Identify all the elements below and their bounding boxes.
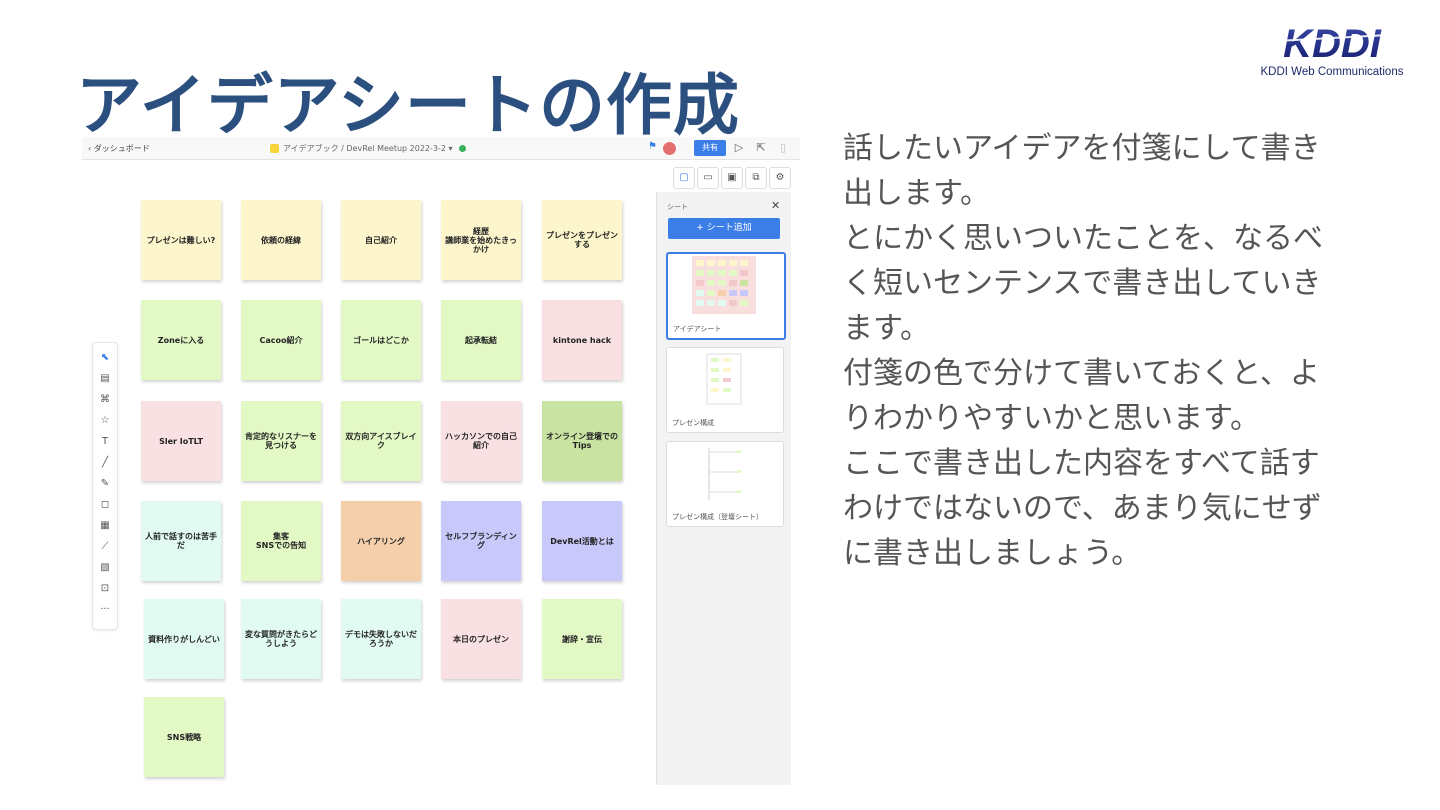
sticky-note[interactable]: 自己紹介 [341,200,421,280]
sticky-note[interactable]: 集客 SNSでの告知 [241,501,321,581]
document-title-text: アイデアブック / DevRel Meetup 2022-3-2 ▾ [283,144,453,153]
body-paragraph: 付箋の色で分けて書いておくと、よりわかりやすいかと思います。 [843,356,1320,436]
logo-lettering: KDDI [1283,24,1382,62]
sticky-note[interactable]: プレゼンをプレゼンする [542,200,622,280]
sticky-note[interactable]: 経歴 講師業を始めたきっかけ [441,200,521,280]
sheet-label: アイデアシート [673,325,722,333]
slide-title: アイデアシートの作成 [76,67,741,144]
sticky-note[interactable]: セルフブランディング [441,501,521,581]
sheet-preview [692,256,756,314]
app-topbar: ‹ ダッシュボード アイデアブック / DevRel Meetup 2022-3… [82,137,800,160]
sheet-preview [708,448,741,500]
sticky-note[interactable]: 本日のプレゼン [441,599,521,679]
sticky-note[interactable]: 依頼の経緯 [241,200,321,280]
embed-icon[interactable]: ⊡ [93,580,117,598]
sticky-note[interactable]: 肯定的なリスナーを見つける [241,401,321,481]
kddi-logo: KDDI KDDI Web Communications [1252,24,1412,84]
sticky-note[interactable]: Zoneに入る [141,300,221,380]
sticky-note[interactable]: 人前で話すのは苦手だ [141,501,221,581]
shape-icon[interactable]: ⌘ [93,391,117,409]
table-icon[interactable]: ▦ [93,517,117,535]
sheets-icon[interactable]: ▢ [673,167,695,189]
export-icon[interactable]: ⇱ [754,141,768,155]
document-title[interactable]: アイデアブック / DevRel Meetup 2022-3-2 ▾ [270,143,466,154]
sticky-note[interactable]: kintone hack [542,300,622,380]
sticky-note[interactable]: SNS戦略 [144,697,224,777]
sticky-note[interactable]: 謝辞・宣伝 [542,599,622,679]
share-screen-icon[interactable]: ⧉ [745,167,767,189]
sticky-note[interactable]: Cacoo紹介 [241,300,321,380]
sticky-note[interactable]: ゴールはどこか [341,300,421,380]
line-icon[interactable]: ╱ [93,454,117,472]
add-sheet-button[interactable]: + シート追加 [668,218,780,239]
document-icon [270,144,279,153]
body-paragraph: ここで書き出した内容をすべて話すわけではないので、あまり気にせずに書き出しましょ… [843,446,1322,571]
select-icon[interactable]: ⬉ [93,349,117,367]
comment-icon[interactable]: ▭ [697,167,719,189]
more-icon[interactable]: ··· [93,601,117,619]
kddi-logo-mark: KDDI [1276,24,1388,62]
sticky-note[interactable]: 変な質問がきたらどうしよう [241,599,321,679]
sticky-note[interactable]: ハイアリング [341,501,421,581]
left-toolbar: ⬉ ▤ ⌘ ☆ T ╱ ✎ ◻ ▦ ⟋ ▧ ⊡ ··· [92,342,118,630]
star-icon[interactable]: ☆ [93,412,117,430]
sticky-note[interactable]: DevRel活動とは [542,501,622,581]
back-to-dashboard-link[interactable]: ‹ ダッシュボード [88,143,150,154]
sheet-icon[interactable]: ▤ [93,370,117,388]
sticky-note[interactable]: 資料作りがしんどい [144,599,224,679]
sticky-note[interactable]: 双方向アイスブレイク [341,401,421,481]
sheet-preview [706,353,742,405]
saved-check-icon [458,145,466,152]
sticky-note[interactable]: プレゼンは難しい? [141,200,221,280]
logo-subtext: KDDI Web Communications [1260,66,1404,78]
present-icon[interactable]: ▷ [732,141,746,155]
pin-icon[interactable]: ⚑ [648,141,658,153]
image-icon[interactable]: ▧ [93,559,117,577]
history-icon[interactable]: ▯ [776,141,790,155]
body-paragraph: とにかく思いついたことを、なるべく短いセンテンスで書き出していきます。 [843,221,1323,346]
cacoo-app-screenshot: ‹ ダッシュボード アイデアブック / DevRel Meetup 2022-3… [82,137,800,785]
close-icon[interactable]: ✕ [771,199,780,212]
sheet-panel-title: シート [667,203,688,211]
text-icon[interactable]: T [93,433,117,451]
sheet-label: プレゼン構成 [672,419,714,427]
sheet-panel: シート ✕ + シート追加 アイデアシート プレゼン構成 プレゼン構成（登壇シー… [656,192,791,785]
body-paragraph: 話したいアイデアを付箋にして書き出します。 [843,131,1321,211]
sticky-note[interactable]: ハッカソンでの自己紹介 [441,401,521,481]
sheet-label: プレゼン構成（登壇シート） [672,513,763,521]
pen-icon[interactable]: ✎ [93,475,117,493]
sticky-note[interactable]: Sler IoTLT [141,401,221,481]
chart-icon[interactable]: ⟋ [93,538,117,556]
sticky-note[interactable]: デモは失敗しないだろうか [341,599,421,679]
settings-icon[interactable]: ⚙ [769,167,791,189]
video-icon[interactable]: ▣ [721,167,743,189]
sticky-note-icon[interactable]: ◻ [93,496,117,514]
sheet-thumbnail-stage[interactable]: プレゼン構成（登壇シート） [666,441,784,527]
avatar[interactable] [662,141,677,156]
sticky-note[interactable]: オンライン登壇でのTips [542,401,622,481]
sheet-thumbnail-structure[interactable]: プレゼン構成 [666,347,784,433]
sticky-note[interactable]: 起承転結 [441,300,521,380]
body-text: 話したいアイデアを付箋にして書き出します。 とにかく思いついたことを、なるべく短… [843,126,1343,576]
sheet-thumbnail-idea[interactable]: アイデアシート [666,252,786,340]
share-button[interactable]: 共有 [694,140,726,156]
